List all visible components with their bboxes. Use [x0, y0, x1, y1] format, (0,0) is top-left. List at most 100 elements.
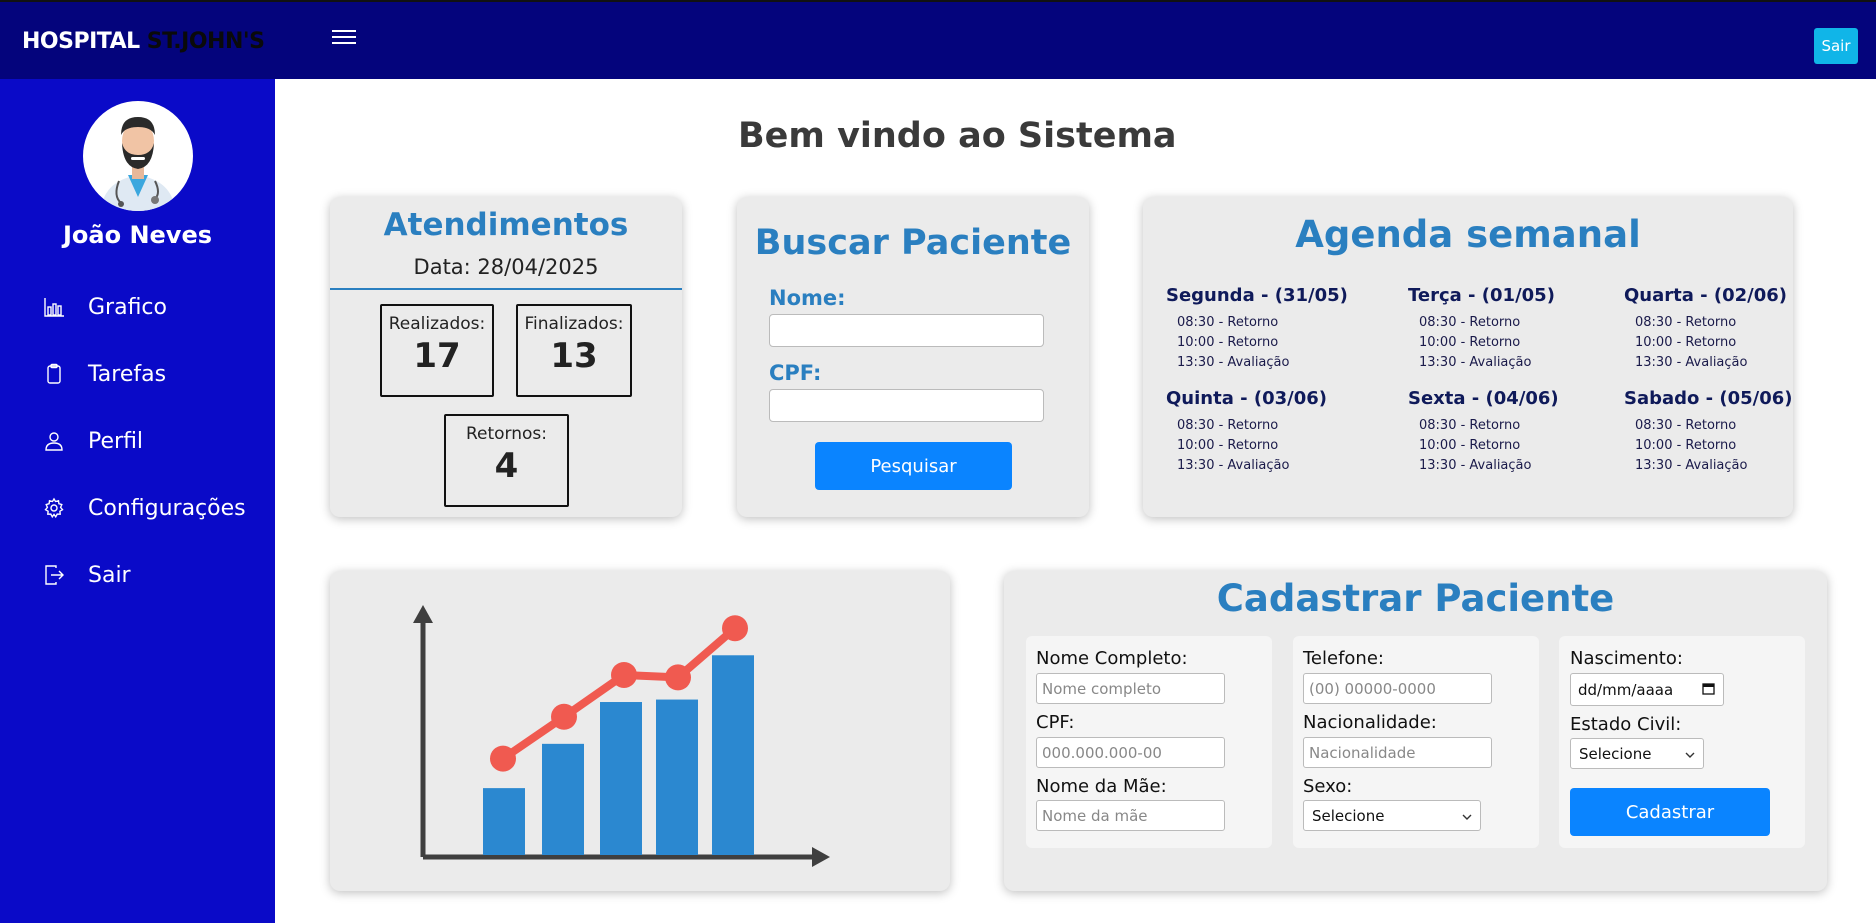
chevron-down-icon — [1462, 807, 1472, 825]
sexo-select-value: Selecione — [1312, 806, 1385, 825]
divider — [330, 288, 682, 290]
day-title: Terça - (01/05) — [1408, 285, 1555, 306]
appointment-item: 13:30 - Avaliação — [1177, 458, 1290, 473]
atendimentos-card: Atendimentos Data: 28/04/2025 Realizados… — [330, 197, 682, 517]
chart-bar — [483, 788, 525, 855]
appointment-item: 10:00 - Retorno — [1635, 335, 1737, 350]
sidebar-item-label: Perfil — [88, 428, 144, 454]
sidebar-item-label: Sair — [88, 562, 131, 588]
search-nome-input[interactable] — [769, 314, 1044, 347]
nacionalidade-label: Nacionalidade: — [1303, 712, 1437, 733]
appointment-item: 08:30 - Retorno — [1635, 418, 1737, 433]
bar-chart-icon — [42, 295, 66, 319]
cadastrar-title: Cadastrar Paciente — [1216, 577, 1615, 620]
appointment-item: 13:30 - Avaliação — [1177, 355, 1290, 370]
appointment-item: 08:30 - Retorno — [1177, 315, 1279, 330]
agenda-title: Agenda semanal — [1295, 213, 1641, 256]
appointment-item: 13:30 - Avaliação — [1419, 458, 1532, 473]
x-axis-arrow — [812, 847, 830, 867]
chart-bar — [656, 699, 698, 855]
sidebar-item-label: Configurações — [88, 495, 246, 521]
appointment-item: 08:30 - Retorno — [1177, 418, 1279, 433]
page-title: Bem vindo ao Sistema — [738, 116, 1177, 156]
sexo-select[interactable]: Selecione — [1303, 800, 1481, 831]
hamburger-menu-icon[interactable] — [332, 30, 356, 48]
atendimentos-title: Atendimentos — [383, 207, 629, 243]
logo-text-hospital: HOSPITAL — [22, 29, 140, 54]
pesquisar-button[interactable]: Pesquisar — [815, 442, 1012, 490]
chart-illustration — [413, 605, 830, 867]
telefone-input[interactable]: (00) 00000-0000 — [1303, 673, 1492, 704]
stat-realizados: Realizados: 17 — [380, 304, 494, 397]
stat-finalizados: Finalizados: 13 — [516, 304, 632, 397]
appointment-item: 10:00 - Retorno — [1419, 335, 1521, 350]
sidebar-item-tarefas[interactable]: Tarefas — [42, 357, 166, 391]
appointment-item: 08:30 - Retorno — [1419, 418, 1521, 433]
chart-trend-point — [490, 745, 516, 772]
appointment-item: 08:30 - Retorno — [1635, 315, 1737, 330]
agenda-day: Sabado - (05/06) 08:30 - Retorno 10:00 -… — [1624, 388, 1804, 476]
sidebar-item-grafico[interactable]: Grafico — [42, 290, 167, 324]
y-axis-arrow — [413, 605, 433, 623]
chart-bar — [542, 743, 584, 855]
nome-label: Nome: — [769, 286, 846, 310]
stat-value: 13 — [550, 336, 598, 376]
sidebar-item-perfil[interactable]: Perfil — [42, 424, 143, 458]
agenda-semanal-card: Agenda semanal Segunda - (31/05) 08:30 -… — [1143, 197, 1793, 517]
telefone-label: Telefone: — [1303, 648, 1384, 669]
day-title: Segunda - (31/05) — [1166, 285, 1348, 306]
sidebar: João Neves Grafico Tarefas Perfil Config… — [0, 79, 275, 923]
cpf-label: CPF: — [769, 361, 822, 385]
chart-illustration-card — [330, 571, 950, 891]
cpf-input[interactable]: 000.000.000-00 — [1036, 737, 1225, 768]
agenda-day: Terça - (01/05) 08:30 - Retorno 10:00 - … — [1408, 285, 1588, 373]
chart-trend-point — [722, 615, 748, 642]
cadastrar-paciente-card: Cadastrar Paciente Nome Completo: Nome c… — [1004, 571, 1827, 891]
buscar-paciente-title: Buscar Paciente — [754, 223, 1072, 263]
nascimento-date-input[interactable]: dd/mm/aaaa — [1570, 673, 1724, 706]
agenda-day: Quarta - (02/06) 08:30 - Retorno 10:00 -… — [1624, 285, 1804, 373]
chart-trend-point — [551, 703, 577, 730]
nome-mae-label: Nome da Mãe: — [1036, 776, 1167, 797]
day-title: Quinta - (03/06) — [1166, 388, 1327, 409]
appointment-item: 08:30 - Retorno — [1419, 315, 1521, 330]
cpf-label: CPF: — [1036, 712, 1075, 733]
user-name: João Neves — [62, 221, 213, 249]
avatar — [83, 101, 193, 211]
stat-label: Finalizados: — [524, 314, 624, 334]
estado-civil-select[interactable]: Selecione — [1570, 738, 1704, 769]
chart-trend-point — [665, 664, 691, 691]
agenda-day: Quinta - (03/06) 08:30 - Retorno 10:00 -… — [1166, 388, 1346, 476]
estado-civil-select-value: Selecione — [1579, 744, 1652, 763]
logout-button[interactable]: Sair — [1814, 28, 1858, 64]
sidebar-item-configuracoes[interactable]: Configurações — [42, 491, 246, 525]
form-column-1: Nome Completo: Nome completo CPF: 000.00… — [1026, 636, 1272, 848]
stat-value: 17 — [413, 336, 461, 376]
form-column-2: Telefone: (00) 00000-0000 Nacionalidade:… — [1293, 636, 1539, 848]
appointment-item: 10:00 - Retorno — [1177, 335, 1279, 350]
stat-label: Realizados: — [388, 314, 486, 334]
day-title: Quarta - (02/06) — [1624, 285, 1788, 306]
chart-trend-point — [611, 661, 637, 688]
logout-icon — [42, 563, 66, 587]
agenda-day: Segunda - (31/05) 08:30 - Retorno 10:00 … — [1166, 285, 1348, 373]
nascimento-date-value: dd/mm/aaaa — [1578, 680, 1674, 699]
appointment-item: 13:30 - Avaliação — [1635, 355, 1748, 370]
calendar-icon — [1702, 681, 1715, 699]
stat-label: Retornos: — [465, 424, 548, 444]
chart-bar — [712, 655, 754, 855]
search-cpf-input[interactable] — [769, 389, 1044, 422]
appointment-item: 13:30 - Avaliação — [1419, 355, 1532, 370]
nacionalidade-input[interactable]: Nacionalidade — [1303, 737, 1492, 768]
clipboard-icon — [42, 362, 66, 386]
sidebar-item-sair[interactable]: Sair — [42, 558, 131, 592]
stat-retornos: Retornos: 4 — [444, 414, 569, 507]
cadastrar-button[interactable]: Cadastrar — [1570, 788, 1770, 836]
nome-completo-input[interactable]: Nome completo — [1036, 673, 1225, 704]
nome-mae-input[interactable]: Nome da mãe — [1036, 800, 1225, 831]
day-title: Sexta - (04/06) — [1408, 388, 1559, 409]
buscar-paciente-card: Buscar Paciente Nome: CPF: Pesquisar — [737, 197, 1089, 517]
form-column-3: Nascimento: dd/mm/aaaa Estado Civil: Sel… — [1559, 636, 1805, 848]
chart-bar — [600, 702, 642, 855]
hospital-logo: HOSPITAL ST.JOHN'S — [22, 29, 265, 54]
